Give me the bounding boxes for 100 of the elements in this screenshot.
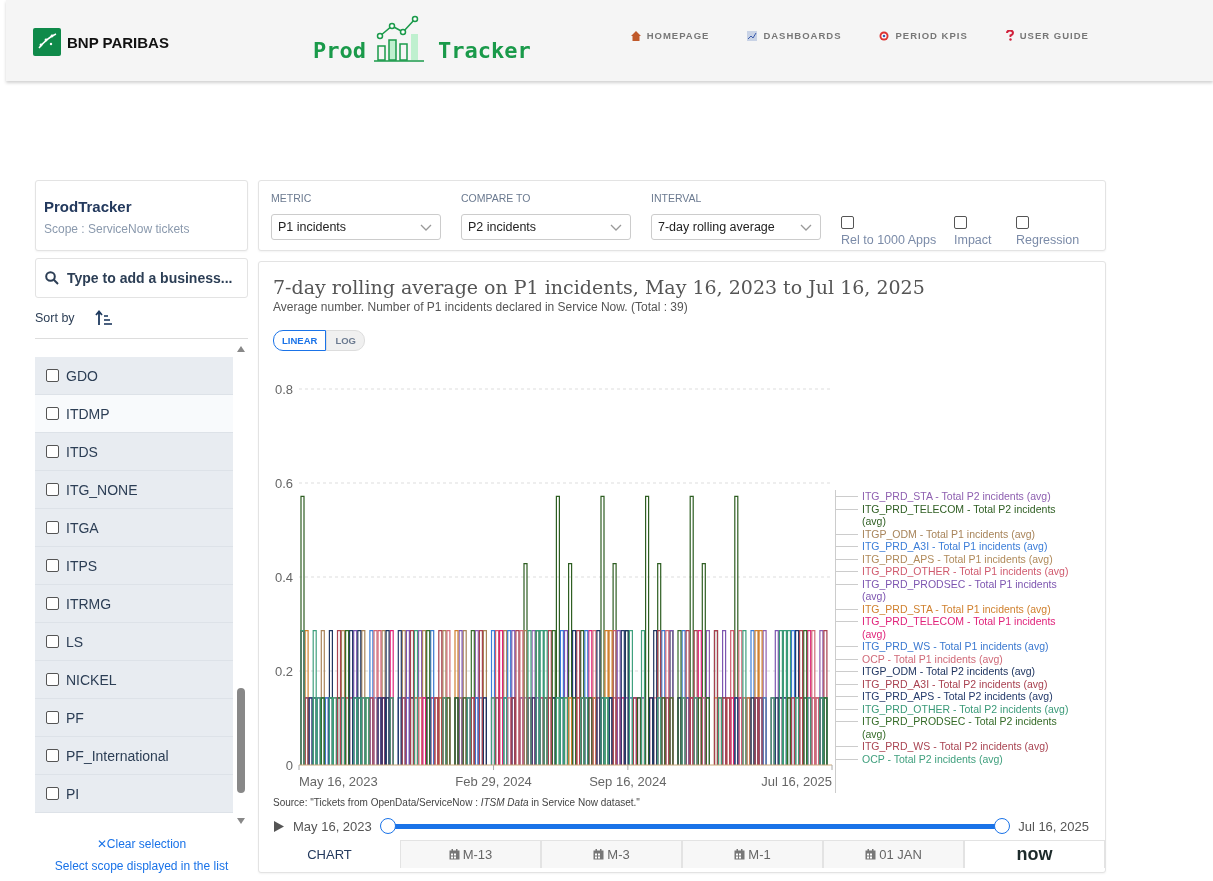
clear-selection-link[interactable]: ✕Clear selection	[96, 837, 187, 851]
y-tick-label: 0.4	[274, 570, 293, 585]
chevron-down-icon	[800, 223, 812, 231]
sort-icon[interactable]	[94, 310, 113, 326]
business-item[interactable]: ITG_NONE	[35, 471, 233, 509]
search-field[interactable]: Type to add a business...	[35, 258, 248, 298]
item-label: ITPS	[66, 557, 98, 574]
nav-link[interactable]: USER GUIDE	[1005, 30, 1089, 41]
slider-handle[interactable]	[379, 818, 396, 834]
business-item[interactable]: NICKEL	[35, 661, 233, 699]
checkbox[interactable]	[841, 216, 854, 229]
checkbox[interactable]	[1016, 216, 1029, 229]
field-label: METRIC	[271, 192, 313, 204]
checkbox[interactable]	[46, 445, 59, 458]
checkbox[interactable]	[46, 597, 59, 610]
chart-icon	[747, 30, 758, 41]
dropdown[interactable]: 7-day rolling average	[651, 214, 821, 240]
checkbox[interactable]	[46, 559, 59, 572]
search-icon	[45, 271, 59, 285]
legend-label: ITG_PRD_APS - Total P1 incidents (avg)	[836, 552, 1072, 565]
house-icon	[630, 30, 641, 41]
checkbox-label: Impact	[954, 233, 992, 248]
business-item[interactable]: ITDMP	[35, 395, 233, 433]
checkbox[interactable]	[46, 521, 59, 534]
field-label: INTERVAL	[651, 192, 703, 204]
scale-toggle[interactable]: LINEAR	[273, 330, 327, 351]
legend-label: ITG_PRD_PRODSEC - Total P2 incidents (avg)	[836, 715, 1072, 740]
range-start-label: May 16, 2023	[293, 818, 372, 834]
legend-label: ITG_PRD_WS - Total P2 incidents (avg)	[836, 740, 1072, 753]
item-label: ITDS	[66, 443, 98, 460]
item-label: GDO	[66, 367, 98, 384]
x-tick-label: Sep 16, 2024	[589, 774, 667, 789]
legend-label: ITG_PRD_A3I - Total P1 incidents (avg)	[836, 540, 1072, 553]
tab[interactable]: M-3	[541, 840, 682, 868]
nav-link[interactable]: PERIOD KPIS	[879, 30, 968, 41]
calendar-icon	[593, 849, 605, 860]
item-label: ITDMP	[66, 405, 110, 422]
scrollbar-thumb[interactable]	[236, 688, 245, 793]
y-tick-label: 0	[285, 758, 293, 773]
checkbox[interactable]	[46, 749, 59, 762]
tab[interactable]: M-13	[400, 840, 541, 868]
range-end-label: Jul 16, 2025	[1018, 818, 1089, 834]
business-item[interactable]: GDO	[35, 357, 233, 395]
legend-label: ITG_PRD_STA - Total P2 incidents (avg)	[836, 490, 1072, 503]
checkbox[interactable]	[46, 407, 59, 420]
item-label: ITRMG	[66, 595, 112, 612]
checkbox[interactable]	[46, 635, 59, 648]
checkbox[interactable]	[46, 673, 59, 686]
target-icon	[879, 30, 890, 41]
chevron-down-icon	[420, 223, 432, 231]
range-slider[interactable]	[379, 818, 1011, 834]
nav-link[interactable]: HOMEPAGE	[630, 30, 710, 41]
item-label: PF_International	[66, 747, 169, 764]
dropdown[interactable]: P2 incidents	[461, 214, 631, 240]
play-icon[interactable]	[273, 819, 285, 833]
business-item[interactable]: LS	[35, 623, 233, 661]
business-item[interactable]: ITGA	[35, 509, 233, 547]
sort-label: Sort by	[35, 311, 75, 325]
item-label: PI	[66, 785, 80, 802]
scroll-down-icon[interactable]	[235, 817, 246, 825]
select-scope-link[interactable]: Select scope displayed in the list	[54, 859, 229, 873]
checkbox[interactable]	[954, 216, 967, 229]
business-item[interactable]: ITDS	[35, 433, 233, 471]
brand-name: BNP PARIBAS	[67, 33, 169, 51]
business-item[interactable]: PI	[35, 775, 233, 813]
checkbox[interactable]	[46, 711, 59, 724]
y-tick-label: 0.8	[274, 382, 293, 397]
legend-label: OCP - Total P2 incidents (avg)	[836, 752, 1072, 765]
legend-label: ITG_PRD_PRODSEC - Total P1 incidents (avg)	[836, 577, 1072, 603]
field-label: COMPARE TO	[461, 192, 532, 204]
legend-label: ITG_PRD_APS - Total P2 incidents (avg)	[836, 690, 1072, 703]
tab[interactable]: 01 JAN	[823, 840, 964, 868]
tab[interactable]: now	[964, 840, 1105, 868]
dropdown[interactable]: P1 incidents	[271, 214, 441, 240]
legend-label: ITG_PRD_WS - Total P1 incidents (avg)	[836, 640, 1072, 653]
checkbox[interactable]	[46, 369, 59, 382]
checkbox[interactable]	[46, 483, 59, 496]
item-label: LS	[66, 633, 84, 650]
business-item[interactable]: PF_International	[35, 737, 233, 775]
scroll-up-icon[interactable]	[235, 345, 246, 353]
chart-title: 7-day rolling average on P1 incidents, May 16, 2023 to Jul 16, 2025	[273, 276, 926, 298]
legend-label: ITG_PRD_TELECOM - Total P1 incidents (avg)	[836, 615, 1072, 640]
scale-toggle[interactable]: LOG	[326, 330, 365, 351]
checkbox-label: Rel to 1000 Apps	[841, 233, 937, 248]
legend-label: ITG_PRD_OTHER - Total P1 incidents (avg)	[836, 565, 1072, 578]
slider-handle[interactable]	[994, 818, 1011, 834]
business-item[interactable]: ITRMG	[35, 585, 233, 623]
nav-link[interactable]: DASHBOARDS	[747, 30, 842, 41]
legend-label: ITGP_ODM - Total P1 incidents (avg)	[836, 527, 1072, 540]
legend-label: OCP - Total P1 incidents (avg)	[836, 652, 1072, 665]
legend-label: ITGP_ODM - Total P2 incidents (avg)	[836, 665, 1072, 678]
calendar-icon	[865, 849, 877, 860]
y-tick-label: 0.6	[274, 476, 293, 491]
checkbox[interactable]	[46, 787, 59, 800]
business-item[interactable]: ITPS	[35, 547, 233, 585]
tab[interactable]: M-1	[682, 840, 823, 868]
legend-label: ITG_PRD_OTHER - Total P2 incidents (avg)	[836, 702, 1072, 715]
legend-label: ITG_PRD_TELECOM - Total P2 incidents (avg)	[836, 502, 1072, 528]
scope-label: Scope : ServiceNow tickets	[44, 222, 191, 236]
business-item[interactable]: PF	[35, 699, 233, 737]
